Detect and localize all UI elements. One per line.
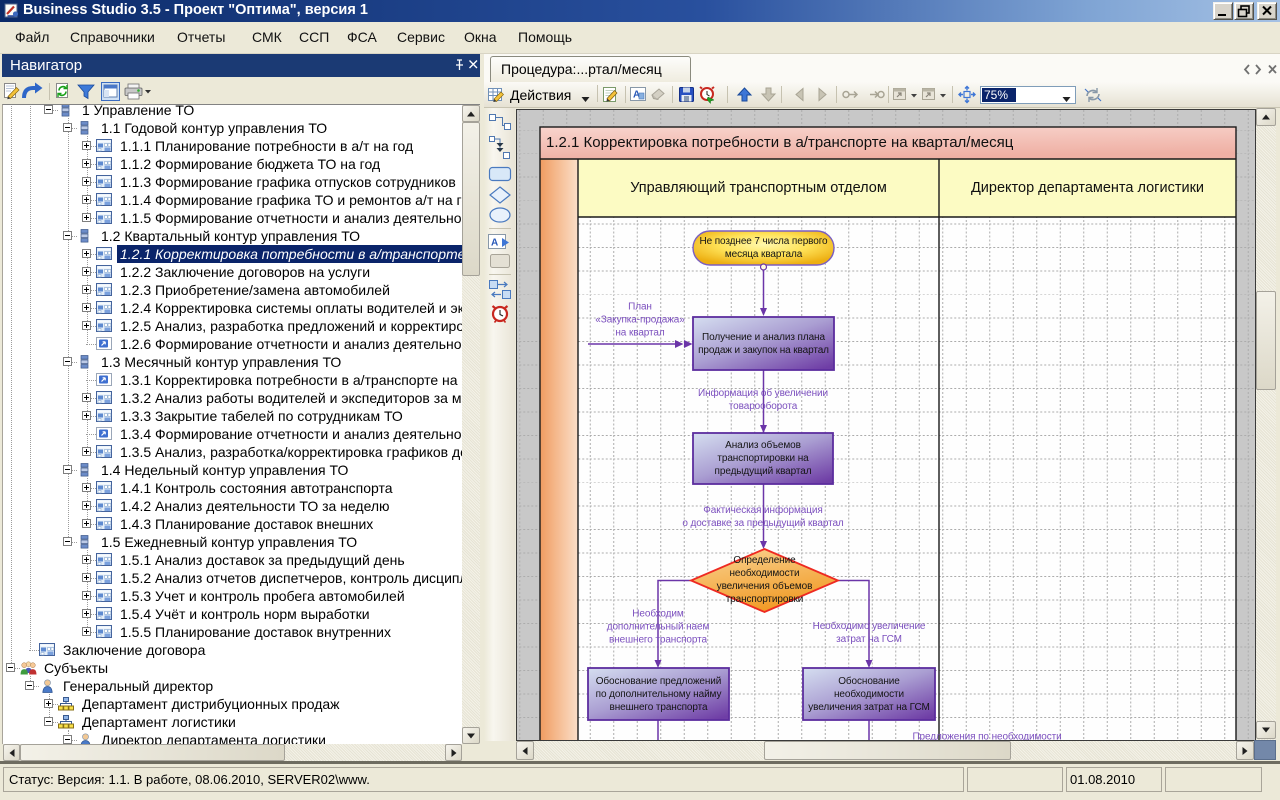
svg-text:A: A <box>491 238 498 249</box>
